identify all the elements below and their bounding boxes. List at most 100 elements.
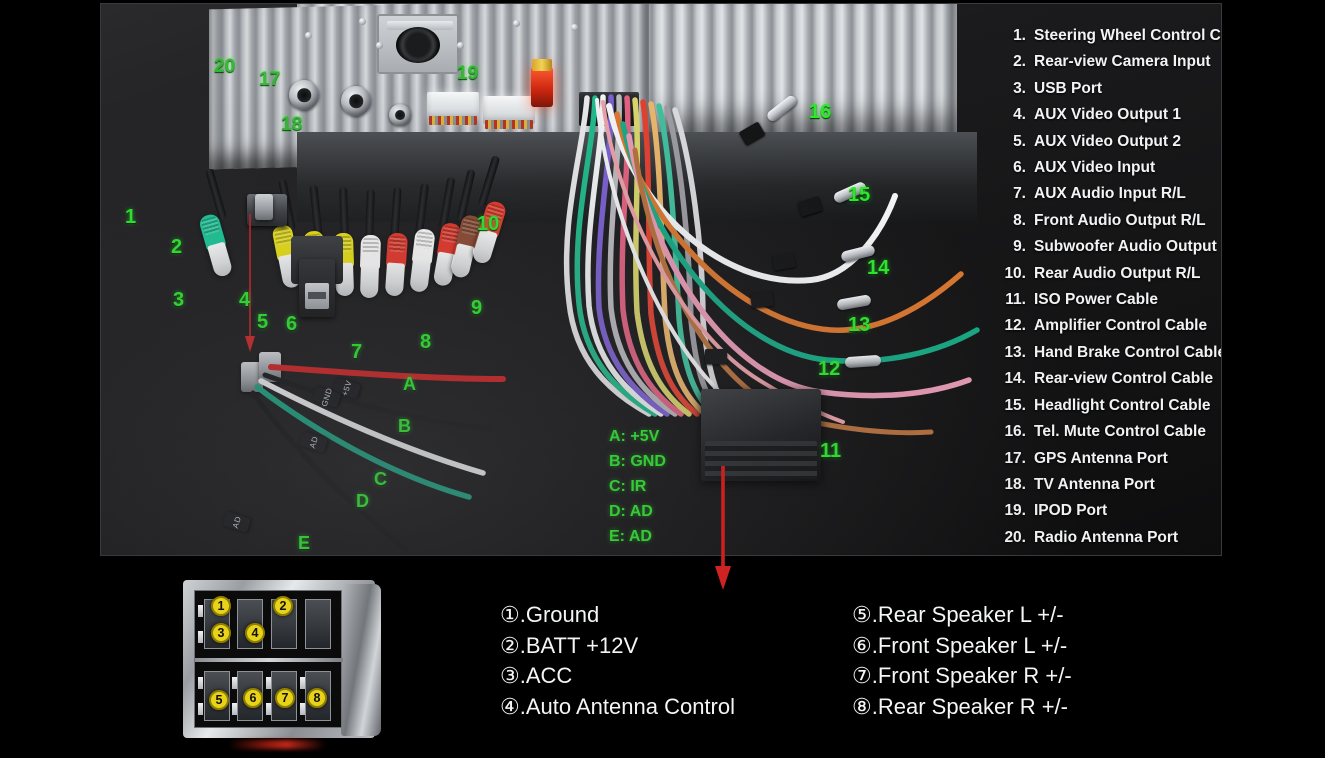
callout-11: 11 [820, 440, 842, 462]
list-item-label: Subwoofer Audio Output [1034, 238, 1217, 256]
pinout-legend-row: ③.ACC [500, 661, 735, 692]
pin-number-8: 8 [307, 688, 327, 708]
list-item: 16. Tel. Mute Control Cable [999, 419, 1221, 445]
pinout-legend-label: .ACC [519, 663, 573, 688]
pinout-legend-label: .Front Speaker R +/- [871, 663, 1072, 688]
callout-9: 9 [471, 297, 483, 319]
terminal-tag [750, 290, 774, 309]
av-connector-block-1 [427, 92, 479, 125]
circled-number: ④ [500, 693, 520, 719]
rca-tip [359, 264, 380, 299]
iso-wire-glow [229, 740, 325, 749]
callout-10: 10 [477, 213, 500, 235]
list-item: 17. GPS Antenna Port [999, 446, 1221, 472]
screw-icon [457, 42, 464, 49]
list-item-index: 12. [1004, 317, 1026, 335]
gps-antenna-port [341, 86, 371, 116]
circled-number: ⑥ [852, 632, 872, 658]
pinout-legend-column-2: ⑤.Rear Speaker L +/- ⑥.Front Speaker L +/… [852, 600, 1072, 722]
list-item-label: AUX Video Input [1034, 159, 1156, 177]
list-item-label: Headlight Control Cable [1034, 396, 1211, 414]
callout-A: A [403, 374, 416, 394]
pinout-legend-row: ⑦.Front Speaker R +/- [852, 661, 1072, 692]
pin-blade [198, 677, 203, 689]
list-item: 13. Hand Brake Control Cable [999, 340, 1222, 366]
rca-connector-aux-audio-l [359, 234, 382, 299]
list-item-label: Amplifier Control Cable [1034, 317, 1208, 335]
pin-number-2: 2 [273, 596, 293, 616]
list-item-label: AUX Audio Input R/L [1034, 185, 1186, 203]
list-item-label: USB Port [1034, 79, 1103, 97]
list-item-label: GPS Antenna Port [1034, 449, 1168, 467]
iso-connector-photo: 1 2 3 4 5 6 7 8 [183, 572, 398, 749]
list-item-label: AUX Video Output 1 [1034, 106, 1181, 124]
rca-grip-ribs [362, 237, 379, 255]
list-item-index: 15. [1004, 396, 1026, 414]
list-item: 7. AUX Audio Input R/L [999, 181, 1221, 207]
callout-13: 13 [848, 314, 871, 336]
rca-grip-ribs [415, 231, 434, 250]
pinout-legend-label: .BATT +12V [519, 632, 639, 658]
list-item-index: 17. [1004, 449, 1026, 467]
abcde-legend: A: +5V B: GND C: IR D: AD E: AD [609, 424, 666, 549]
legend-row-b: B: GND [609, 453, 666, 470]
list-item-index: 3. [1013, 79, 1026, 97]
pinout-legend-label: .Front Speaker L +/- [871, 632, 1068, 658]
list-item: 19. IPOD Port [999, 498, 1221, 524]
callout-4: 4 [239, 289, 251, 311]
callout-6: 6 [286, 313, 298, 335]
legend-row-d: D: AD [609, 503, 653, 520]
callout-20: 20 [214, 56, 236, 77]
rca-cable [365, 188, 375, 242]
screw-icon [513, 20, 520, 27]
iso-connector-side-latch [341, 584, 381, 736]
list-item-index: 16. [1004, 423, 1026, 441]
iso-connector-divider [195, 658, 343, 662]
list-item: 12. Amplifier Control Cable [999, 313, 1221, 339]
list-item: 5. AUX Video Output 2 [999, 129, 1221, 155]
pin-number-6: 6 [243, 688, 263, 708]
list-item-index: 10. [1004, 264, 1026, 282]
list-item: 20. Radio Antenna Port [999, 525, 1221, 551]
list-item-index: 8. [1013, 211, 1026, 229]
pinout-legend-row: ④.Auto Antenna Control [500, 692, 735, 723]
list-item-label: Hand Brake Control Cable [1034, 343, 1222, 361]
circled-number: ① [500, 602, 520, 627]
list-item-index: 9. [1013, 238, 1026, 256]
list-item: 15. Headlight Control Cable [999, 393, 1221, 419]
circled-number: ② [500, 632, 520, 658]
pinout-legend-label: .Auto Antenna Control [519, 693, 735, 719]
rca-grip-ribs [200, 215, 221, 236]
callout-D: D [356, 491, 369, 511]
pinout-legend-column-1: ①.Ground ②.BATT +12V ③.ACC ④.Auto Antenna C… [500, 600, 735, 722]
pinout-legend-row: ⑥.Front Speaker L +/- [852, 631, 1072, 662]
list-item-index: 1. [1013, 27, 1026, 44]
rca-cable [204, 167, 228, 221]
pin-blade [300, 703, 305, 715]
pin-slot [305, 599, 331, 649]
callout-18: 18 [281, 114, 303, 135]
legend-row-a: A: +5V [609, 428, 660, 445]
cooling-fan-housing [376, 14, 464, 74]
circled-number: ③ [500, 663, 520, 688]
rca-grip-ribs [388, 235, 406, 253]
screw-icon [305, 32, 312, 39]
rca-connector-front-audio-l [408, 228, 436, 293]
radio-antenna-port [289, 80, 319, 110]
pin-number-7: 7 [275, 688, 295, 708]
screw-icon [359, 18, 366, 25]
legend-row-e: E: AD [609, 528, 652, 545]
rca-grip-ribs [273, 226, 293, 246]
pin-number-5: 5 [209, 690, 229, 710]
list-item: 10. Rear Audio Output R/L [999, 261, 1221, 287]
pin-blade [232, 703, 237, 715]
pinout-legend-row: ①.Ground [500, 600, 735, 631]
list-item-label: AUX Video Output 2 [1034, 132, 1181, 150]
list-item-label: Rear Audio Output R/L [1034, 264, 1201, 282]
callout-E: E [298, 533, 311, 553]
callout-B: B [398, 416, 411, 436]
pin-number-1: 1 [211, 596, 231, 616]
list-item: 11. ISO Power Cable [999, 287, 1221, 313]
list-item-index: 19. [1004, 502, 1026, 520]
callout-3: 3 [173, 289, 185, 311]
